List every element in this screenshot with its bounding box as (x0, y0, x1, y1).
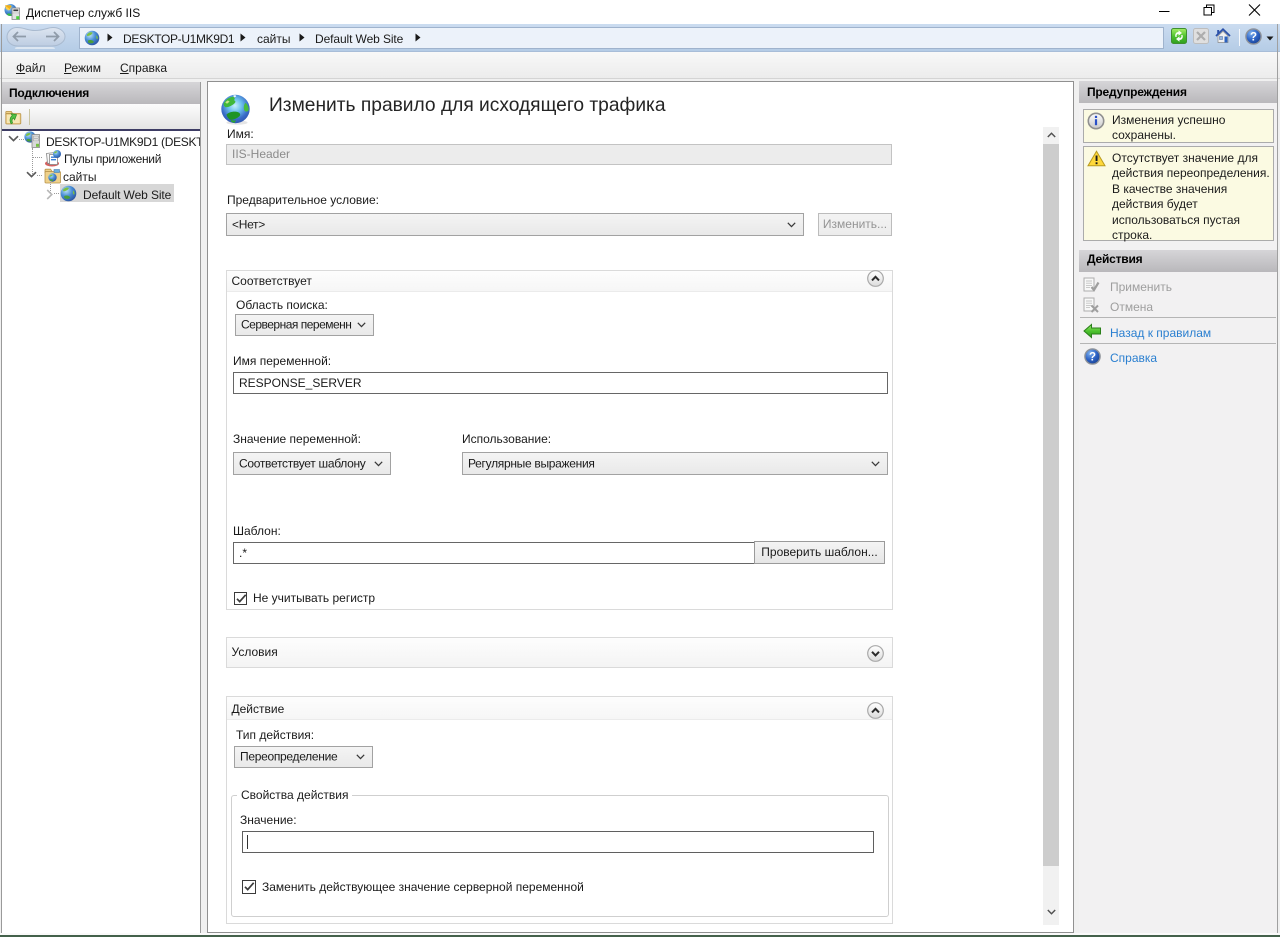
svg-text:?: ? (1089, 352, 1096, 364)
svg-text:?: ? (1250, 32, 1257, 44)
